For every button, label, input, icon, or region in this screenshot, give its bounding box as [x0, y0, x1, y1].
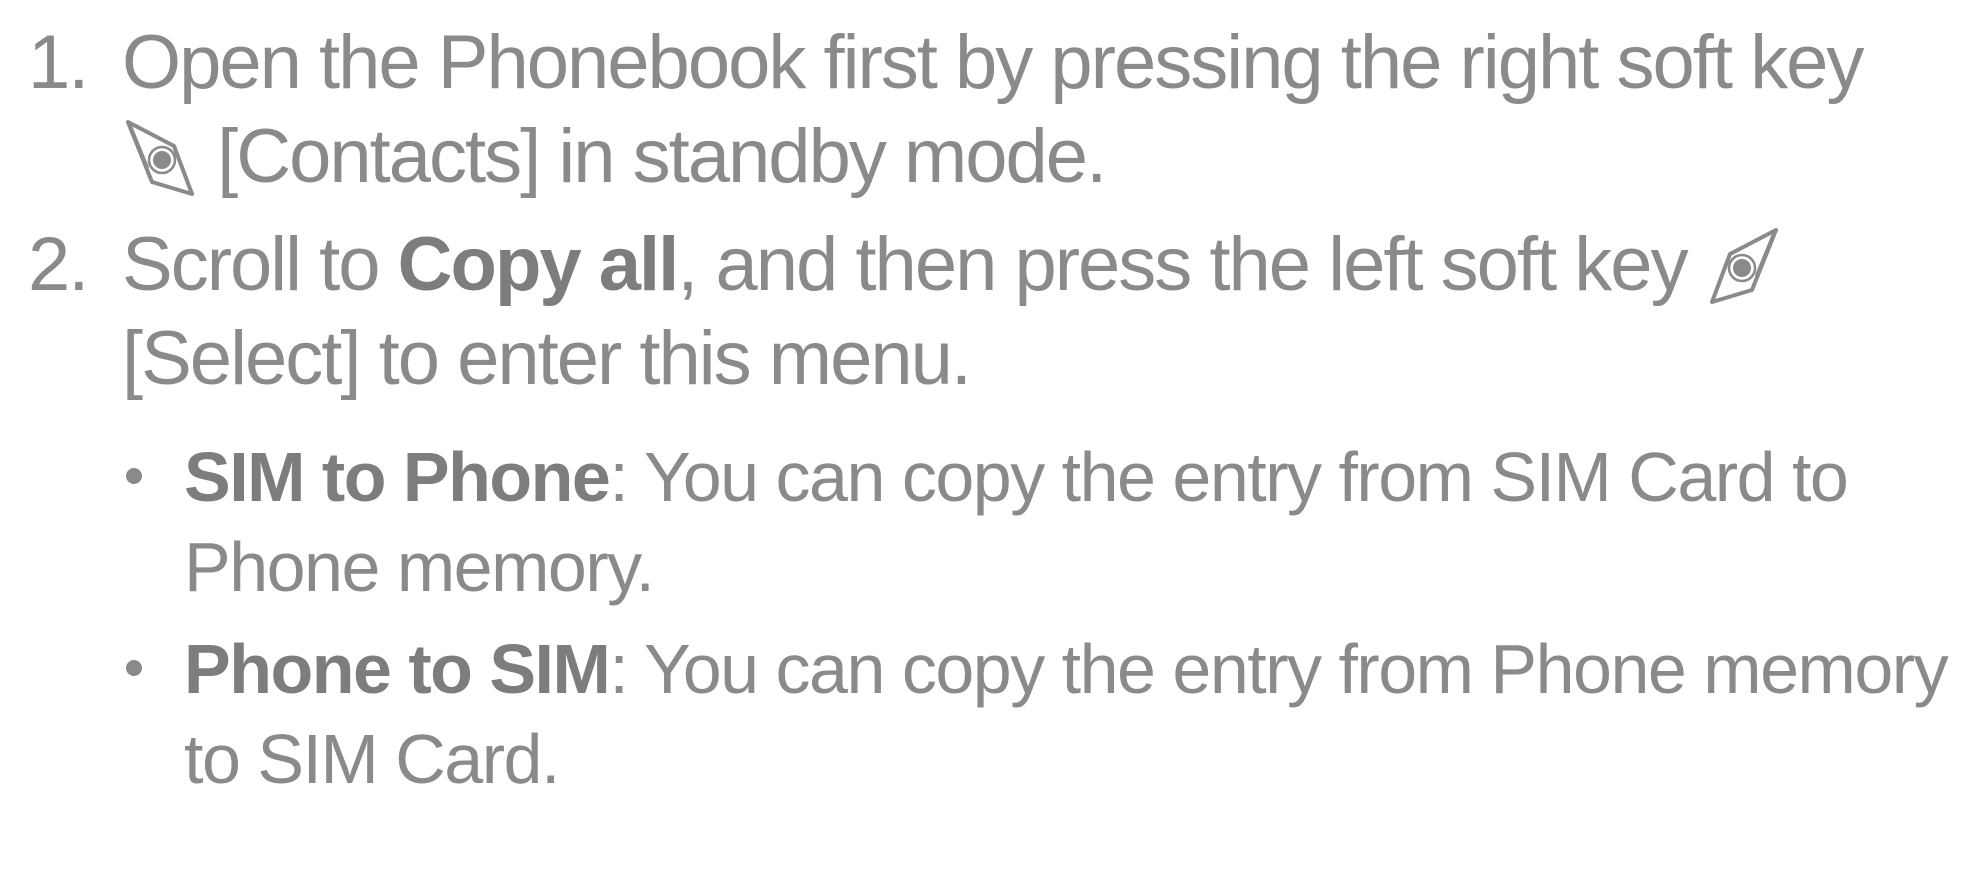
step-text-continued: [Contacts] in standby mode.: [217, 114, 1107, 199]
menu-item-copy-all: Copy all: [397, 222, 680, 307]
step-number: 1.: [28, 20, 89, 105]
bullet-dot: [126, 468, 142, 484]
step-text: Scroll to: [122, 222, 398, 307]
option-title: SIM to Phone: [184, 438, 611, 516]
step-2: 2. Scroll to Copy all, and then press th…: [0, 218, 1965, 406]
left-soft-key-icon: [1706, 224, 1782, 304]
copy-options-list: SIM to Phone: You can copy the entry fro…: [0, 432, 1965, 804]
bullet-dot: [126, 660, 142, 676]
step-text-continued: [Select] to enter this menu.: [122, 316, 972, 401]
step-number: 2.: [28, 222, 89, 307]
step-text: Open the Phonebook first by pressing the…: [122, 20, 1864, 105]
instruction-list: 1. Open the Phonebook first by pressing …: [0, 0, 1965, 816]
right-soft-key-icon: [122, 116, 198, 196]
option-title: Phone to SIM: [184, 630, 611, 708]
list-item: SIM to Phone: You can copy the entry fro…: [0, 432, 1965, 612]
step-text-middle: , and then press the left soft key: [677, 222, 1688, 307]
step-1: 1. Open the Phonebook first by pressing …: [0, 16, 1965, 204]
list-item: Phone to SIM: You can copy the entry fro…: [0, 624, 1965, 804]
